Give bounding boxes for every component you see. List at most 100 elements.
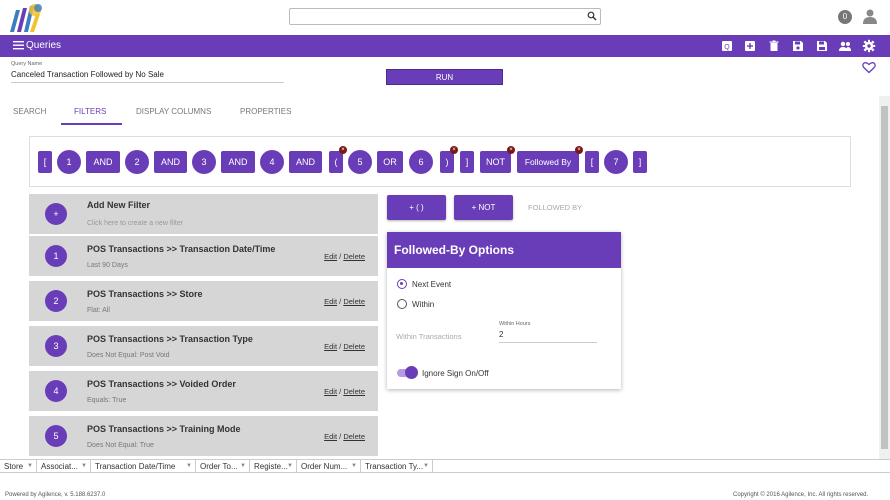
scrollbar-thumb[interactable] — [881, 106, 888, 449]
chevron-down-icon[interactable]: ▼ — [351, 460, 357, 473]
column-chip[interactable]: Associat... ▼ — [37, 460, 91, 473]
add-not-button[interactable]: + NOT — [454, 195, 513, 220]
expression-token[interactable]: NOT — [480, 151, 511, 173]
chevron-down-icon[interactable]: ▼ — [81, 460, 87, 473]
filter-row[interactable]: 1 POS Transactions >> Transaction Date/T… — [29, 236, 378, 276]
tab-properties[interactable]: PROPERTIES — [240, 107, 291, 116]
expression-token[interactable]: ) — [440, 151, 454, 173]
expression-token[interactable]: Followed By — [517, 151, 579, 173]
delete-filter-link[interactable]: Delete — [343, 387, 365, 396]
next-event-radio[interactable] — [397, 279, 407, 289]
filter-actions: Edit / Delete — [324, 387, 365, 396]
filter-subtitle: Does Not Equal: Post Void — [87, 352, 170, 359]
expression-token[interactable]: AND — [221, 151, 255, 173]
within-radio[interactable] — [397, 299, 407, 309]
expression-token[interactable]: [ — [585, 151, 599, 173]
chevron-down-icon[interactable]: ▼ — [287, 460, 293, 473]
chevron-down-icon[interactable]: ▼ — [186, 460, 192, 473]
edit-filter-link[interactable]: Edit — [324, 432, 337, 441]
add-new-filter-row[interactable]: + Add New Filter Click here to create a … — [29, 194, 378, 234]
chevron-down-icon[interactable]: ▼ — [27, 460, 33, 473]
hamburger-menu-icon[interactable] — [13, 40, 24, 50]
global-search[interactable] — [289, 8, 601, 27]
filter-row[interactable]: 4 POS Transactions >> Voided Order Equal… — [29, 371, 378, 411]
run-button[interactable]: RUN — [386, 69, 503, 85]
user-avatar-icon[interactable] — [862, 8, 878, 24]
remove-token-icon[interactable]: × — [575, 146, 583, 154]
edit-filter-link[interactable]: Edit — [324, 342, 337, 351]
save-as-icon[interactable] — [815, 39, 829, 53]
search-input[interactable] — [290, 12, 580, 27]
copyright-text: Copyright © 2016 Agilence, Inc. All righ… — [733, 492, 869, 498]
filter-actions: Edit / Delete — [324, 432, 365, 441]
edit-filter-link[interactable]: Edit — [324, 387, 337, 396]
column-chip-bar: Store ▼ Associat... ▼ Transaction Date/Tim… — [0, 459, 890, 473]
column-chip[interactable]: Transaction Ty... ▼ — [361, 460, 433, 473]
share-users-icon[interactable] — [838, 39, 852, 53]
filter-row[interactable]: 5 POS Transactions >> Training Mode Does… — [29, 416, 378, 456]
column-chip[interactable]: Transaction Date/Time ▼ — [91, 460, 196, 473]
tab-display-columns[interactable]: DISPLAY COLUMNS — [136, 107, 211, 116]
within-hours-field[interactable]: 2 — [499, 330, 597, 343]
tab-search[interactable]: SEARCH — [13, 107, 46, 116]
chevron-down-icon[interactable]: ▼ — [423, 460, 429, 473]
tab-filters[interactable]: FILTERS — [74, 107, 106, 116]
add-parentheses-button[interactable]: + ( ) — [387, 195, 446, 220]
favorite-heart-icon[interactable] — [862, 61, 876, 74]
expression-token[interactable]: 6 — [409, 150, 433, 174]
save-icon[interactable] — [791, 39, 805, 53]
nav-title[interactable]: Queries — [26, 40, 61, 51]
within-transactions-field[interactable]: Within Transactions — [396, 332, 461, 341]
filter-row[interactable]: 2 POS Transactions >> Store Flat: All Ed… — [29, 281, 378, 321]
expression-token[interactable]: [ — [38, 151, 52, 173]
search-icon[interactable] — [587, 11, 597, 21]
query-name-field[interactable]: Canceled Transaction Followed by No Sale — [11, 70, 284, 83]
add-icon[interactable] — [743, 39, 757, 53]
expression-token[interactable]: 3 — [192, 150, 216, 174]
filter-number: 1 — [45, 245, 67, 267]
filter-subtitle: Equals: True — [87, 397, 127, 404]
notification-badge[interactable]: 0 — [838, 10, 852, 24]
expression-token[interactable]: 5 — [348, 150, 372, 174]
query-badge-icon[interactable]: Q — [720, 39, 734, 53]
column-chip[interactable]: Order To... ▼ — [196, 460, 250, 473]
delete-filter-link[interactable]: Delete — [343, 432, 365, 441]
delete-filter-link[interactable]: Delete — [343, 297, 365, 306]
expression-token[interactable]: ] — [460, 151, 474, 173]
filter-number: 4 — [45, 380, 67, 402]
column-chip[interactable]: Order Num... ▼ — [297, 460, 361, 473]
remove-token-icon[interactable]: × — [339, 146, 347, 154]
expression-token[interactable]: OR — [377, 151, 403, 173]
delete-icon[interactable] — [767, 39, 781, 53]
followed-by-button[interactable]: FOLLOWED BY — [528, 203, 582, 212]
filter-row[interactable]: 3 POS Transactions >> Transaction Type D… — [29, 326, 378, 366]
expression-token[interactable]: 2 — [125, 150, 149, 174]
expression-token[interactable]: ( — [329, 151, 343, 173]
vertical-scrollbar[interactable] — [879, 96, 890, 460]
column-chip[interactable]: Store ▼ — [0, 460, 37, 473]
ignore-sign-toggle-knob[interactable] — [405, 366, 418, 379]
chevron-down-icon[interactable]: ▼ — [240, 460, 246, 473]
agilence-logo[interactable] — [8, 2, 44, 33]
filter-subtitle: Last 90 Days — [87, 262, 128, 269]
filter-actions: Edit / Delete — [324, 297, 365, 306]
edit-filter-link[interactable]: Edit — [324, 297, 337, 306]
expression-token[interactable]: AND — [86, 151, 120, 173]
column-chip-label: Transaction Ty... — [365, 462, 424, 471]
expression-token[interactable]: 1 — [57, 150, 81, 174]
expression-token[interactable]: AND — [289, 151, 322, 173]
expression-token[interactable]: 7 — [604, 150, 628, 174]
expression-token[interactable]: AND — [154, 151, 187, 173]
settings-icon[interactable] — [862, 39, 876, 53]
delete-filter-link[interactable]: Delete — [343, 252, 365, 261]
column-chip-label: Transaction Date/Time — [95, 462, 176, 471]
remove-token-icon[interactable]: × — [450, 146, 458, 154]
expression-token[interactable]: 4 — [260, 150, 284, 174]
expression-token[interactable]: ] — [633, 151, 647, 173]
filter-actions: Edit / Delete — [324, 252, 365, 261]
remove-token-icon[interactable]: × — [507, 146, 515, 154]
edit-filter-link[interactable]: Edit — [324, 252, 337, 261]
followed-by-options-panel: Followed-By Options Next Event Within Wi… — [387, 232, 621, 389]
column-chip[interactable]: Registe... ▼ — [250, 460, 297, 473]
delete-filter-link[interactable]: Delete — [343, 342, 365, 351]
